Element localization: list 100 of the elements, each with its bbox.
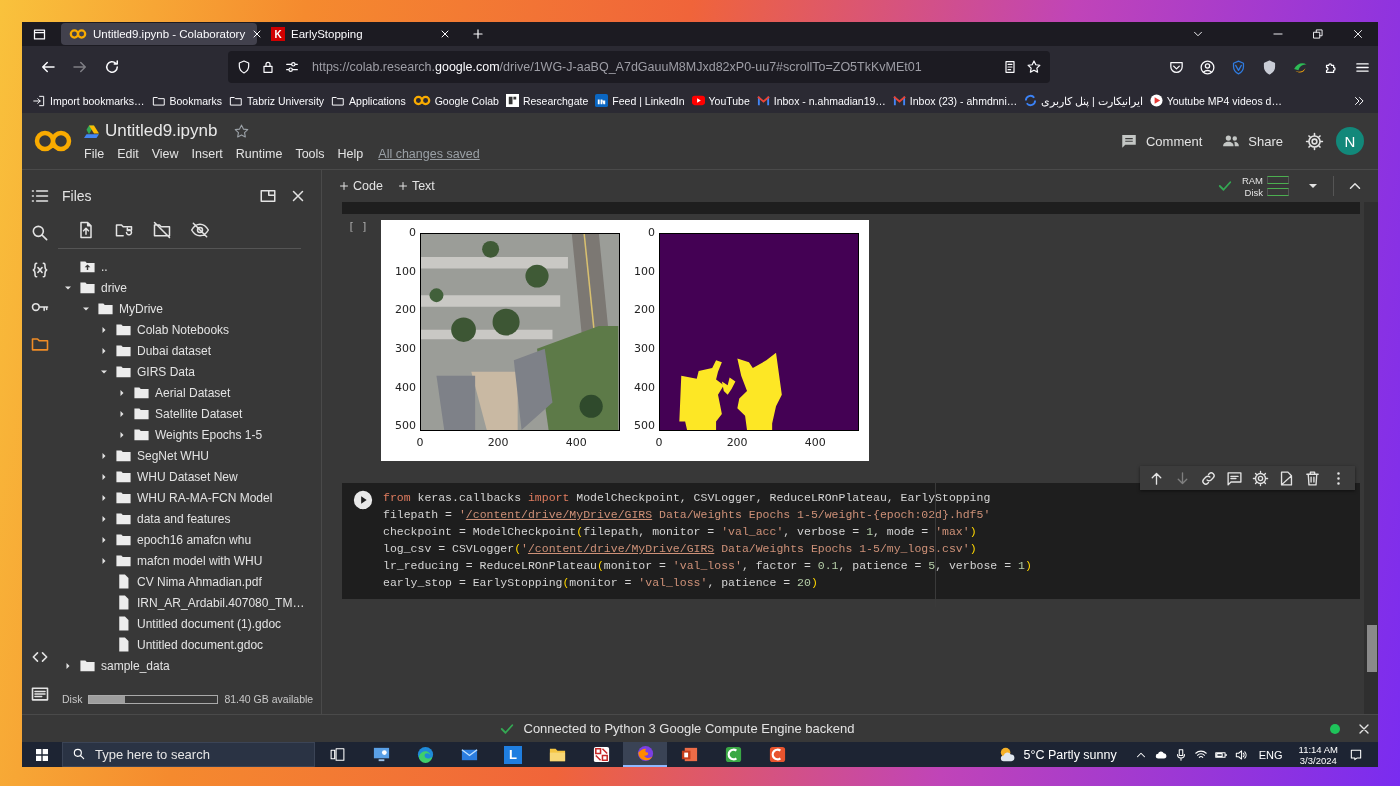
bookmark[interactable]: Inbox (23) - ahmdnni… xyxy=(892,94,1018,107)
tree-item[interactable]: WHU RA-MA-FCN Model xyxy=(58,487,321,508)
bookmark[interactable]: Researchgate xyxy=(505,94,589,107)
tick-label: 0 xyxy=(416,437,424,449)
resource-bar xyxy=(1267,176,1289,184)
tick-label: 0 xyxy=(409,227,416,239)
settings-icon[interactable] xyxy=(1252,469,1269,487)
tree-item[interactable]: Colab Notebooks xyxy=(58,319,321,340)
tree-item[interactable]: data and features xyxy=(58,508,321,529)
settings-icon[interactable] xyxy=(1305,131,1324,151)
tree-item[interactable]: mafcn model with WHU xyxy=(58,550,321,571)
comment-icon[interactable] xyxy=(1226,469,1243,487)
bookmark[interactable]: Google Colab xyxy=(412,94,499,107)
save-status-link[interactable]: All changes saved xyxy=(378,147,480,161)
tick-label: 400 xyxy=(395,381,416,394)
bookmark[interactable]: Bookmarks xyxy=(151,93,223,108)
tree-item[interactable]: IRN_AR_Ardabil.407080_TM… xyxy=(58,592,321,613)
close-icon[interactable] xyxy=(439,28,451,40)
tree-item[interactable]: drive xyxy=(58,277,321,298)
menu-item[interactable]: Edit xyxy=(117,147,139,161)
add-cell-button[interactable]: Text xyxy=(392,179,439,193)
play-icon xyxy=(1149,94,1163,107)
grid-tile-icon xyxy=(591,745,611,764)
bookmark[interactable]: Import bookmarks… xyxy=(32,93,145,108)
bookmark[interactable]: ایرانیکارت | پنل کاربری xyxy=(1024,94,1143,107)
tree-item[interactable]: GIRS Data xyxy=(58,361,321,382)
bookmark[interactable]: YouTube xyxy=(691,94,750,107)
share-button[interactable]: Share xyxy=(1212,132,1293,150)
clock-time: 11:14 AM xyxy=(1298,743,1338,755)
triangle-logo-icon xyxy=(84,124,99,138)
menu-item[interactable]: Runtime xyxy=(235,147,283,161)
folder-off-icon[interactable] xyxy=(152,220,172,240)
reader-icon[interactable] xyxy=(1002,59,1018,75)
language-indicator[interactable]: ENG xyxy=(1258,748,1283,761)
tree-item[interactable]: Weights Epochs 1-5 xyxy=(58,424,321,445)
tree-item[interactable]: Untitled document (1).gdoc xyxy=(58,613,321,634)
tree-item[interactable]: .. xyxy=(58,256,321,277)
address-bar[interactable]: https://colab.research.google.com/drive/1WG-J-aaBQ_A7dGauuM8MJxd82xP0-uu7#scrollTo=ZO5TkKvMEt01 xyxy=(228,51,1050,83)
tree-item[interactable]: Satellite Dataset xyxy=(58,403,321,424)
code-line: filepath = '/content/drive/MyDrive/GIRS Data/Weights Epochs 1-5/weight-{epoch:02d}.hdf5' xyxy=(383,507,992,523)
tick-label: 200 xyxy=(726,437,748,449)
notebook-title[interactable]: Untitled9.ipynb xyxy=(105,121,218,141)
tab-title: EarlyStopping xyxy=(291,28,364,40)
new-tab-icon[interactable] xyxy=(471,27,485,41)
code-line: from keras.callbacks import ModelCheckpoint, CSVLogger, ReduceLROnPlateau, EarlyStopping xyxy=(383,490,992,506)
bookmark[interactable]: Tabriz University xyxy=(229,93,325,108)
bookmark[interactable]: Youtube MP4 videos d… xyxy=(1149,94,1282,107)
rings-logo-icon xyxy=(412,95,431,106)
avatar[interactable]: N xyxy=(1336,127,1364,155)
tree-item[interactable]: CV Nima Ahmadian.pdf xyxy=(58,571,321,592)
globe-icon xyxy=(635,744,655,763)
tile-icon xyxy=(505,94,519,107)
task-view-icon xyxy=(328,746,346,763)
terminal-icon[interactable] xyxy=(30,684,50,704)
eye-off-icon[interactable] xyxy=(190,220,210,240)
braces-icon[interactable] xyxy=(30,260,50,280)
tick-label: 400 xyxy=(565,437,587,449)
code-line: early_stop = EarlyStopping(monitor = 'val_loss', patience = 20) xyxy=(383,575,819,591)
menu-item[interactable]: View xyxy=(151,147,179,161)
tick-label: 100 xyxy=(634,265,655,278)
start-icon[interactable] xyxy=(34,746,50,763)
bookmark[interactable]: Inbox - n.ahmadian19… xyxy=(756,94,886,107)
tick-label: 100 xyxy=(395,265,416,278)
cell-prompt: [ ] xyxy=(347,220,369,235)
star-icon[interactable] xyxy=(1026,59,1042,75)
mirror-cell-icon[interactable] xyxy=(1278,469,1295,487)
bookmark[interactable]: Applications xyxy=(331,93,406,108)
menu-item[interactable]: Tools xyxy=(295,147,325,161)
connection-dot xyxy=(1330,723,1340,734)
run-button[interactable] xyxy=(351,489,374,511)
tree-item[interactable]: epoch16 amafcn whu xyxy=(58,529,321,550)
comment-button[interactable]: Comment xyxy=(1109,132,1213,150)
tree-item[interactable]: Aerial Dataset xyxy=(58,382,321,403)
delete-icon[interactable] xyxy=(1304,469,1321,487)
square-logo-icon xyxy=(595,94,609,107)
tab-list-icon[interactable] xyxy=(32,26,47,42)
menu-item[interactable]: File xyxy=(84,147,105,161)
tree-item[interactable]: MyDrive xyxy=(58,298,321,319)
add-cell-button[interactable]: Code xyxy=(334,179,387,193)
bookmark[interactable]: Feed | LinkedIn xyxy=(595,94,685,107)
link-icon[interactable] xyxy=(1200,469,1217,487)
taskbar-app[interactable]: L xyxy=(491,742,535,767)
scrollbar[interactable] xyxy=(1364,202,1378,714)
tree-item[interactable]: sample_data xyxy=(58,655,321,676)
search-icon[interactable] xyxy=(30,223,50,243)
disk-free-text: 81.40 GB available xyxy=(224,693,314,705)
code-line: checkpoint = ModelCheckpoint(filepath, monitor = 'val_acc', verbose = 1, mode = 'max') xyxy=(383,524,978,540)
tree-item[interactable]: Untitled document.gdoc xyxy=(58,634,321,655)
resource-bar xyxy=(1267,188,1289,196)
menu-item[interactable]: Help xyxy=(337,147,364,161)
search-field[interactable]: Type here to search xyxy=(62,742,315,767)
code-line: log_csv = CSVLogger('/content/drive/MyDrive/GIRS Data/Weights Epochs 1-5/my_logs.csv') xyxy=(383,541,978,557)
browser-tab[interactable]: K EarlyStopping xyxy=(263,23,459,45)
menu-item[interactable]: Insert xyxy=(191,147,223,161)
star-icon[interactable] xyxy=(233,122,251,140)
tick-label: 500 xyxy=(395,420,416,433)
plus-icon xyxy=(338,180,350,192)
tree-item[interactable]: SegNet WHU xyxy=(58,445,321,466)
tree-item[interactable]: Dubai dataset xyxy=(58,340,321,361)
tree-item[interactable]: WHU Dataset New xyxy=(58,466,321,487)
